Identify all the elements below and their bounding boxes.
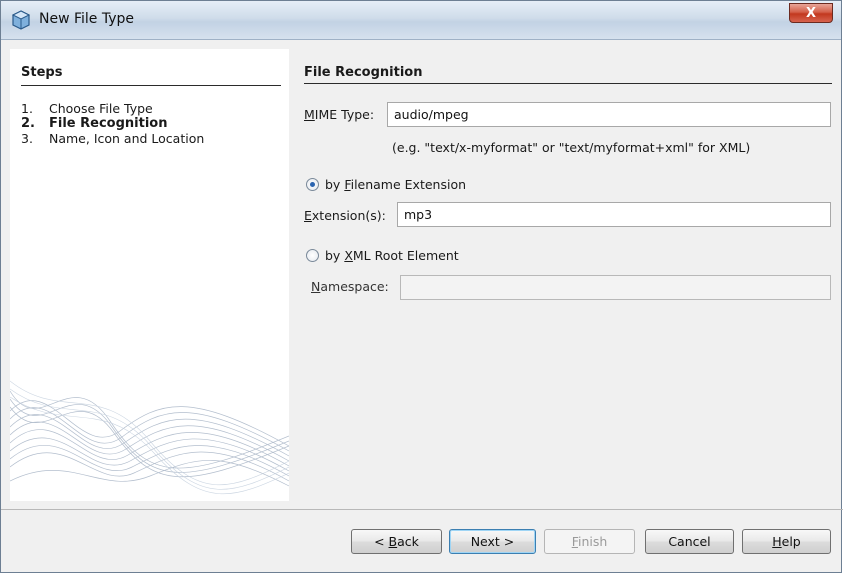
step-number: 3. — [21, 131, 33, 146]
label-prefix: < — [374, 534, 389, 549]
finish-button[interactable]: Finish — [544, 529, 635, 554]
label-prefix: by — [325, 177, 345, 192]
label-text: ML Root Element — [352, 248, 459, 263]
step-label: Name, Icon and Location — [49, 131, 205, 146]
label-text: amespace: — [320, 279, 389, 294]
steps-panel: Steps 1. Choose File Type 2. File Recognit… — [10, 49, 289, 501]
label-text: inish — [577, 534, 608, 549]
radio-selected-icon[interactable] — [306, 178, 319, 191]
extensions-field[interactable]: mp3 — [397, 202, 831, 227]
button-bar-divider — [1, 509, 843, 510]
label-prefix: by — [325, 248, 345, 263]
step-item: 3. Name, Icon and Location — [21, 131, 204, 146]
panel-divider — [304, 83, 832, 84]
dialog-window: New File Type X Steps 1. Choose File Type… — [0, 0, 843, 573]
radio-label: by Filename Extension — [325, 177, 466, 192]
label-text: xtension(s): — [311, 208, 386, 223]
panel-heading: File Recognition — [304, 65, 423, 80]
next-button[interactable]: Next > — [449, 529, 536, 554]
radio-label: by XML Root Element — [325, 248, 459, 263]
label-text: IME Type: — [314, 107, 375, 122]
title-bar[interactable]: New File Type X — [1, 1, 841, 40]
netbeans-cube-icon — [11, 10, 31, 30]
decorative-wave-graphic — [10, 380, 289, 495]
label-text: elp — [781, 534, 801, 549]
back-button[interactable]: < Back — [351, 529, 442, 554]
mime-type-field[interactable]: audio/mpeg — [387, 102, 831, 127]
extensions-label: Extension(s): — [304, 208, 386, 223]
step-item: 1. Choose File Type — [21, 101, 204, 116]
mime-type-hint: (e.g. "text/x-myformat" or "text/myforma… — [392, 140, 751, 155]
window-title: New File Type — [39, 11, 135, 27]
help-button[interactable]: Help — [742, 529, 831, 554]
step-number: 1. — [21, 101, 33, 116]
close-button[interactable]: X — [789, 3, 833, 23]
mnemonic: B — [388, 534, 398, 549]
mime-type-label: MIME Type: — [304, 107, 374, 122]
file-recognition-panel: File Recognition MIME Type: audio/mpeg (… — [297, 49, 835, 501]
radio-unselected-icon[interactable] — [306, 249, 319, 262]
label-text: ilename Extension — [350, 177, 467, 192]
steps-list: 1. Choose File Type 2. File Recognition 3.… — [21, 101, 204, 146]
cancel-button[interactable]: Cancel — [645, 529, 734, 554]
steps-heading: Steps — [21, 65, 63, 80]
mnemonic: M — [304, 107, 315, 122]
mnemonic: E — [304, 208, 312, 223]
mnemonic: N — [311, 279, 321, 294]
label-text: ack — [397, 534, 419, 549]
step-item-current: 2. File Recognition — [21, 116, 204, 131]
by-filename-extension-radio[interactable]: by Filename Extension — [306, 177, 466, 192]
namespace-field[interactable] — [400, 275, 831, 300]
step-label: File Recognition — [49, 116, 168, 131]
mnemonic: H — [772, 534, 782, 549]
steps-divider — [21, 85, 281, 86]
mnemonic: X — [344, 248, 353, 263]
namespace-label: Namespace: — [311, 279, 389, 294]
step-number: 2. — [21, 116, 35, 131]
step-label: Choose File Type — [49, 101, 153, 116]
by-xml-root-element-radio[interactable]: by XML Root Element — [306, 248, 459, 263]
